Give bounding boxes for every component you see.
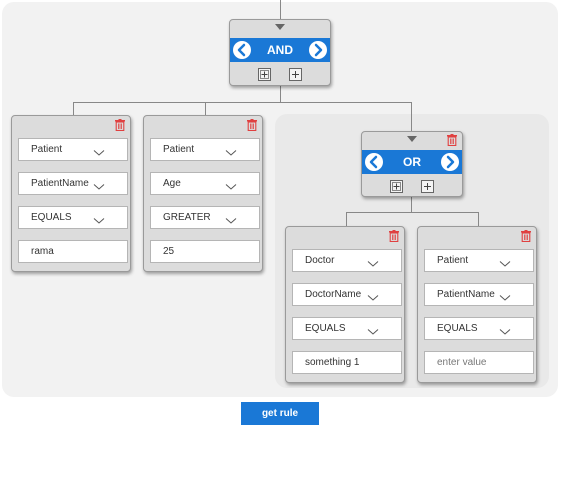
- dropdown-chevron-icon: [93, 144, 105, 165]
- entity-select-value: Patient: [31, 144, 63, 155]
- dropdown-chevron-icon: [225, 212, 237, 233]
- condition-card: Patient PatientName EQUALS rama: [11, 115, 131, 272]
- operator-select-value: EQUALS: [31, 212, 72, 223]
- connector-line: [346, 212, 478, 213]
- chevron-left-icon[interactable]: [365, 153, 383, 171]
- field-select[interactable]: PatientName: [18, 172, 128, 195]
- operator-select-value: GREATER: [163, 212, 211, 223]
- connector-line: [346, 212, 347, 226]
- and-group: AND: [229, 19, 331, 86]
- connector-line: [73, 102, 411, 103]
- trash-icon[interactable]: [447, 134, 457, 147]
- chevron-left-icon[interactable]: [233, 41, 251, 59]
- connector-line: [411, 197, 412, 212]
- entity-select[interactable]: Doctor: [292, 249, 402, 272]
- condition-card: Patient PatientName EQUALS enter value: [417, 226, 537, 383]
- group-header: [362, 132, 462, 147]
- operator-select[interactable]: EQUALS: [424, 317, 534, 340]
- operator-select[interactable]: EQUALS: [18, 206, 128, 229]
- operator-select-value: EQUALS: [437, 323, 478, 334]
- connector-line: [280, 86, 281, 102]
- trash-icon[interactable]: [521, 230, 531, 243]
- field-select-value: PatientName: [437, 289, 495, 300]
- field-select[interactable]: Age: [150, 172, 260, 195]
- field-select[interactable]: DoctorName: [292, 283, 402, 306]
- group-add-controls: [362, 180, 462, 196]
- trash-icon[interactable]: [247, 119, 257, 132]
- field-select-value: PatientName: [31, 178, 89, 189]
- group-header: [230, 20, 330, 34]
- add-condition-icon[interactable]: [289, 68, 303, 81]
- group-operator-label: OR: [403, 155, 421, 169]
- operator-select[interactable]: GREATER: [150, 206, 260, 229]
- collapse-caret-icon[interactable]: [275, 24, 285, 30]
- value-input[interactable]: something 1: [292, 351, 402, 374]
- entity-select[interactable]: Patient: [424, 249, 534, 272]
- dropdown-chevron-icon: [225, 144, 237, 165]
- field-select-value: DoctorName: [305, 289, 362, 300]
- add-condition-icon[interactable]: [421, 180, 435, 193]
- add-group-icon[interactable]: [257, 68, 271, 81]
- chevron-right-icon[interactable]: [441, 153, 459, 171]
- dropdown-chevron-icon: [93, 212, 105, 233]
- value-input[interactable]: enter value: [424, 351, 534, 374]
- group-operator-bar: OR: [362, 150, 462, 174]
- connector-line: [280, 0, 281, 19]
- dropdown-chevron-icon: [499, 323, 511, 344]
- dropdown-chevron-icon: [93, 178, 105, 199]
- field-select[interactable]: PatientName: [424, 283, 534, 306]
- dropdown-chevron-icon: [499, 255, 511, 276]
- connector-line: [205, 102, 206, 116]
- dropdown-chevron-icon: [367, 289, 379, 310]
- entity-select-value: Patient: [437, 255, 469, 266]
- trash-icon[interactable]: [389, 230, 399, 243]
- condition-card: Patient Age GREATER 25: [143, 115, 263, 272]
- field-select-value: Age: [163, 178, 181, 189]
- value-input[interactable]: 25: [150, 240, 260, 263]
- get-rule-button[interactable]: get rule: [241, 402, 319, 425]
- operator-select-value: EQUALS: [305, 323, 346, 334]
- connector-line: [73, 102, 74, 116]
- entity-select-value: Doctor: [305, 255, 335, 266]
- add-group-icon[interactable]: [389, 180, 403, 193]
- connector-line: [411, 102, 412, 131]
- group-operator-label: AND: [267, 43, 293, 57]
- group-add-controls: [230, 68, 330, 84]
- dropdown-chevron-icon: [367, 323, 379, 344]
- or-group: OR: [361, 131, 463, 197]
- entity-select[interactable]: Patient: [150, 138, 260, 161]
- trash-icon[interactable]: [115, 119, 125, 132]
- value-input[interactable]: rama: [18, 240, 128, 263]
- dropdown-chevron-icon: [367, 255, 379, 276]
- dropdown-chevron-icon: [225, 178, 237, 199]
- operator-select[interactable]: EQUALS: [292, 317, 402, 340]
- collapse-caret-icon[interactable]: [407, 136, 417, 142]
- connector-line: [478, 212, 479, 226]
- condition-card: Doctor DoctorName EQUALS something 1: [285, 226, 405, 383]
- entity-select-value: Patient: [163, 144, 195, 155]
- entity-select[interactable]: Patient: [18, 138, 128, 161]
- dropdown-chevron-icon: [499, 289, 511, 310]
- chevron-right-icon[interactable]: [309, 41, 327, 59]
- group-operator-bar: AND: [230, 38, 330, 62]
